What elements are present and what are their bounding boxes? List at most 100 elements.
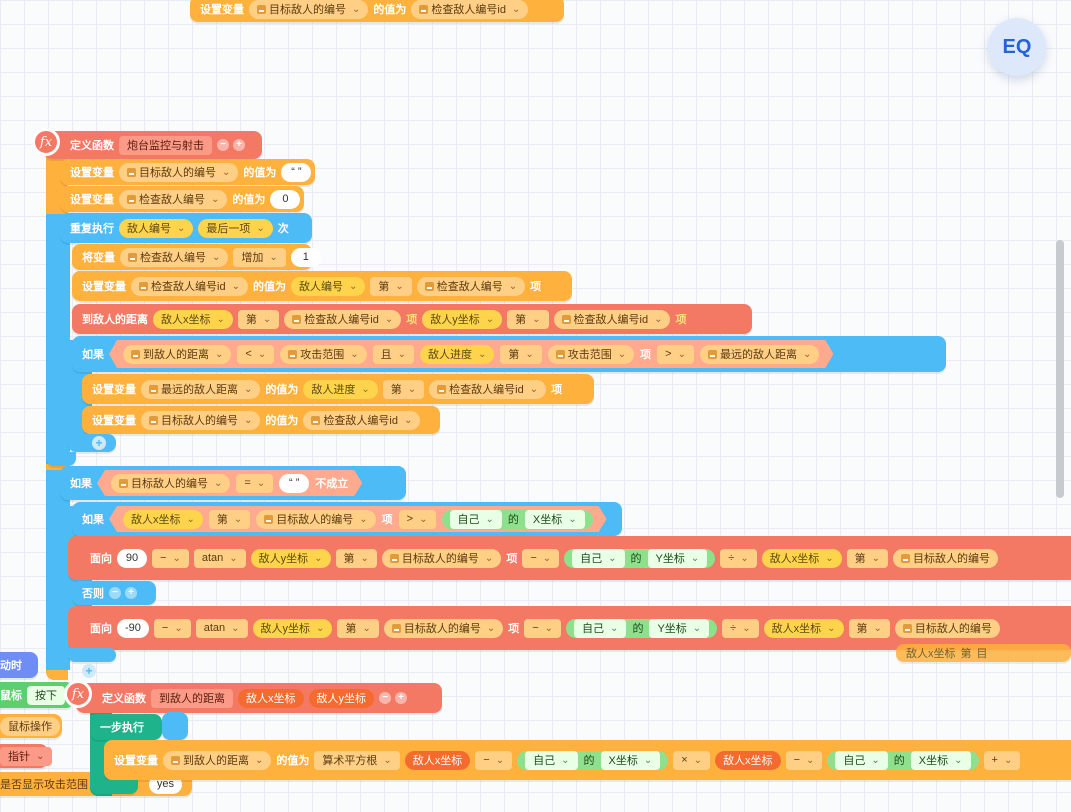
index-dropdown[interactable]: 目标敌人的编号 (381, 548, 502, 568)
call-function-block[interactable]: 到敌人的距离 敌人x坐标 第 检查敌人编号id 项 敌人y坐标 第 检查敌人编号… (72, 304, 752, 334)
sprite-property[interactable]: 自己 的 X坐标 (827, 750, 979, 770)
operator-dropdown[interactable]: × (673, 750, 711, 770)
add-branch-icon[interactable]: + (92, 436, 106, 450)
text-value-input[interactable]: “ ” (279, 474, 309, 493)
index-dropdown[interactable]: 检查敌人编号id (553, 309, 671, 329)
mouse-event-block[interactable]: 鼠标 按下 (0, 682, 74, 708)
math-function-dropdown[interactable]: atan (195, 618, 248, 638)
list-dropdown[interactable]: 敌人x坐标 (123, 510, 203, 529)
set-variable-block[interactable]: 设置变量 目标敌人的编号 的值为 检查敌人编号id (82, 406, 440, 434)
sprite-dropdown[interactable]: 自己 (835, 750, 888, 770)
if-block[interactable]: 如果 敌人x坐标 第 目标敌人的编号 项 > 自己 的 X坐标 (72, 502, 622, 536)
set-variable-block[interactable]: 设置变量 目标敌人的编号 的值为 “ ” (60, 159, 315, 185)
property-dropdown[interactable]: Y坐标 (647, 548, 708, 568)
nth-dropdown[interactable]: 第 (337, 618, 379, 638)
list-dropdown[interactable]: 敌人进度 (420, 345, 494, 364)
sprite-dropdown[interactable]: 自己 (572, 548, 625, 568)
text-value-input[interactable]: “ ” (281, 162, 312, 182)
compare-dropdown[interactable]: > (399, 510, 436, 529)
value-dropdown[interactable]: 检查敌人编号id (303, 410, 421, 430)
not-condition[interactable]: 目标敌人的编号 = “ ” 不成立 (97, 470, 362, 496)
nth-dropdown[interactable]: 第 (848, 618, 890, 638)
variable-dropdown[interactable]: 目标敌人的编号 (111, 474, 230, 493)
nth-dropdown[interactable]: 第 (500, 345, 541, 364)
index-dropdown[interactable]: 目标敌人的编号 (256, 510, 375, 529)
nth-dropdown[interactable]: 第 (335, 548, 377, 568)
logic-dropdown[interactable]: 且 (373, 345, 414, 364)
step-execute-block[interactable]: 一步执行 (90, 714, 162, 740)
set-variable-block[interactable]: 设置变量 检查敌人编号 的值为 0 (60, 186, 304, 212)
variable-dropdown[interactable]: 目标敌人的编号 (119, 162, 239, 182)
property-dropdown[interactable]: X坐标 (910, 750, 971, 770)
nth-dropdown[interactable]: 第 (237, 309, 280, 329)
compare-dropdown[interactable]: < (237, 345, 274, 364)
nth-dropdown[interactable]: 第 (507, 309, 549, 329)
sprite-property[interactable]: 自己 的 Y坐标 (564, 548, 716, 568)
compare-dropdown[interactable]: > (657, 345, 694, 364)
sprite-dropdown[interactable]: 自己 (574, 618, 627, 638)
define-function-block[interactable]: 定义函数 到敌人的距离 敌人x坐标 敌人y坐标 − + (76, 683, 442, 713)
list-dropdown[interactable]: 敌人y坐标 (252, 618, 333, 638)
remove-branch-icon[interactable]: − (109, 587, 121, 599)
number-input[interactable]: 0 (270, 189, 301, 209)
operator-dropdown[interactable]: + (983, 750, 1021, 770)
compare-condition[interactable]: 敌人x坐标 第 目标敌人的编号 项 > 自己 的 X坐标 (109, 506, 607, 532)
set-variable-block[interactable]: 设置变量 检查敌人编号id 的值为 敌人编号 第 检查敌人编号 项 (72, 271, 572, 301)
nth-dropdown[interactable]: 第 (370, 276, 412, 296)
variable-dropdown[interactable]: 目标敌人的编号 (249, 0, 369, 19)
index-dropdown[interactable]: 检查敌人编号id (429, 379, 547, 399)
sprite-dropdown[interactable]: 自己 (525, 750, 578, 770)
index-dropdown[interactable]: 检查敌人编号id (284, 309, 402, 329)
property-dropdown[interactable]: Y坐标 (649, 618, 710, 638)
operator-dropdown[interactable]: ÷ (720, 548, 757, 568)
variable-dropdown[interactable]: 检查敌人编号 (120, 247, 229, 267)
param-reporter[interactable]: 敌人x坐标 (715, 750, 781, 770)
function-name[interactable]: 到敌人的距离 (151, 688, 233, 708)
if-block[interactable]: 如果 目标敌人的编号 = “ ” 不成立 (60, 466, 406, 500)
variable-dropdown[interactable]: 检查敌人编号 (119, 189, 228, 209)
index-dropdown[interactable]: 检查敌人编号 (416, 276, 526, 296)
sprite-property[interactable]: 自己 的 Y坐标 (566, 618, 718, 638)
variable-dropdown[interactable]: 到敌人的距离 (123, 345, 231, 364)
point-in-direction-block[interactable]: 面向 90 − atan 敌人y坐标 第 目标敌人的编号 项 − 自己 的 Y坐… (68, 536, 1071, 580)
mouse-op-block[interactable]: 鼠标操作 (0, 714, 62, 738)
remove-param-icon[interactable]: − (217, 139, 229, 151)
list-dropdown[interactable]: 敌人y坐标 (250, 548, 331, 568)
variable-dropdown[interactable]: 最远的敌人距离 (141, 379, 261, 399)
define-function-block[interactable]: 定义函数 炮台监控与射击 − + (44, 131, 262, 159)
app-logo[interactable]: EQ (988, 18, 1046, 76)
variable-dropdown[interactable]: 检查敌人编号id (131, 276, 248, 296)
list-dropdown[interactable]: 敌人y坐标 (422, 309, 503, 329)
property-dropdown[interactable]: X坐标 (525, 510, 585, 529)
and-condition[interactable]: 到敌人的距离 < 攻击范围 且 敌人进度 第 攻击范围 项 > 最远的敌人距离 (109, 340, 833, 368)
vertical-scrollbar[interactable] (1056, 240, 1064, 498)
if-block[interactable]: 如果 到敌人的距离 < 攻击范围 且 敌人进度 第 攻击范围 项 > 最远的敌人… (72, 336, 946, 372)
event-block[interactable]: 动时 (0, 652, 38, 678)
value-dropdown[interactable]: 检查敌人编号id (411, 0, 529, 19)
math-function-dropdown[interactable]: atan (193, 548, 246, 568)
operator-dropdown[interactable]: − (475, 750, 513, 770)
operator-dropdown[interactable]: − (785, 750, 823, 770)
list-dropdown[interactable]: 敌人x坐标 (761, 548, 842, 568)
list-dropdown[interactable]: 敌人编号 (290, 276, 366, 296)
variable-dropdown[interactable]: 目标敌人的编号 (141, 410, 261, 430)
item-dropdown[interactable]: 最后一项 (198, 218, 273, 238)
number-input[interactable]: -90 (117, 618, 149, 638)
function-name[interactable]: 炮台监控与射击 (119, 135, 212, 155)
set-variable-block[interactable]: 设置变量 目标敌人的编号 的值为 检查敌人编号id (190, 0, 564, 22)
operator-dropdown[interactable]: ÷ (722, 618, 759, 638)
sprite-property[interactable]: 自己 的 X坐标 (517, 750, 669, 770)
param-reporter[interactable]: 敌人x坐标 (404, 750, 471, 770)
variable-dropdown[interactable]: 攻击范围 (280, 345, 366, 364)
compare-dropdown[interactable]: = (236, 474, 273, 493)
operator-dropdown[interactable]: − (522, 548, 560, 568)
number-input[interactable]: 1 (290, 247, 321, 267)
add-param-icon[interactable]: + (395, 692, 407, 704)
add-branch-icon[interactable]: + (82, 664, 96, 678)
operator-dropdown[interactable]: − (524, 618, 562, 638)
index-dropdown[interactable]: 目标敌人的编号 (383, 618, 504, 638)
index-dropdown[interactable]: 攻击范围 (548, 345, 634, 364)
variable-dropdown[interactable]: 到敌人的距离 (163, 750, 272, 770)
operator-dropdown[interactable]: − (153, 618, 191, 638)
index-dropdown[interactable]: 目标敌人的编号 (894, 618, 1000, 638)
